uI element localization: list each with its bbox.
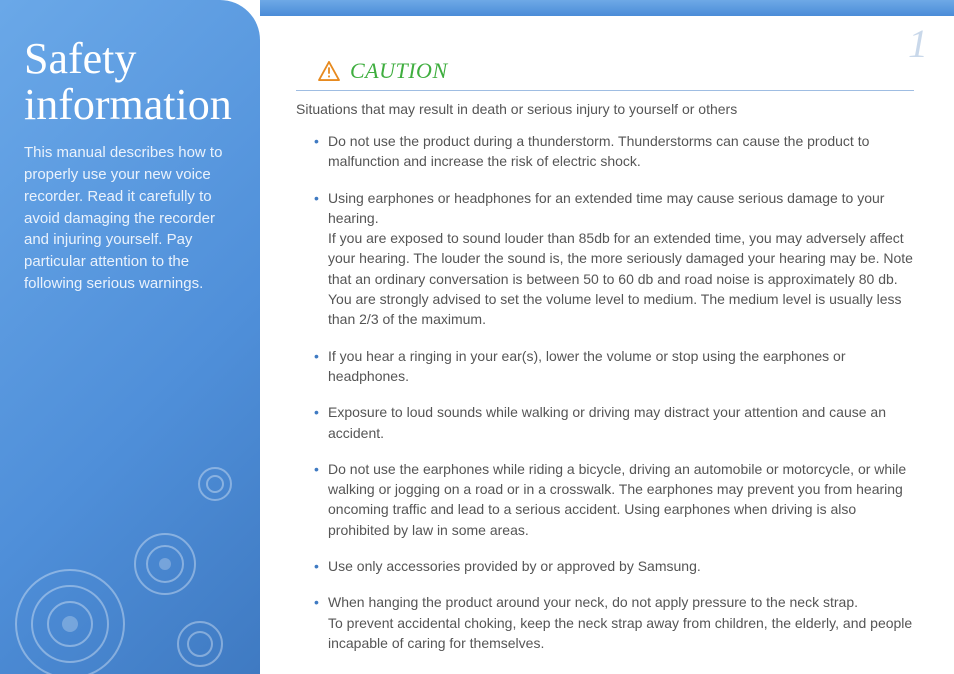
top-accent-bar [260, 0, 954, 16]
caution-item-text: Using earphones or headphones for an ext… [328, 188, 914, 229]
sidebar-title: Safety information [24, 36, 238, 128]
main-content: CAUTION Situations that may result in de… [296, 58, 914, 656]
caution-title: CAUTION [350, 58, 448, 84]
sidebar-inner: Safety information This manual describes… [0, 0, 260, 295]
page: 1 Safety information This manual describ… [0, 0, 954, 674]
caution-lead: Situations that may result in death or s… [296, 101, 914, 117]
sidebar: Safety information This manual describes… [0, 0, 260, 674]
caution-item-text: Do not use the product during a thunders… [328, 131, 914, 172]
caution-item-text: Exposure to loud sounds while walking or… [328, 402, 914, 443]
caution-item-text: If you are exposed to sound louder than … [328, 228, 914, 289]
caution-header: CAUTION [318, 58, 914, 84]
caution-item: Exposure to loud sounds while walking or… [328, 402, 914, 443]
caution-item-text: You are strongly advised to set the volu… [328, 289, 914, 330]
caution-item: If you hear a ringing in your ear(s), lo… [328, 346, 914, 387]
warning-triangle-icon [318, 61, 340, 81]
caution-item-text: To prevent accidental choking, keep the … [328, 613, 914, 654]
caution-item: Use only accessories provided by or appr… [328, 556, 914, 576]
caution-item: Do not use the product during a thunders… [328, 131, 914, 172]
sidebar-description: This manual describes how to properly us… [24, 142, 238, 294]
caution-item: When hanging the product around your nec… [328, 592, 914, 653]
caution-rule [296, 90, 914, 91]
caution-item-text: If you hear a ringing in your ear(s), lo… [328, 346, 914, 387]
caution-item-text: Use only accessories provided by or appr… [328, 556, 914, 576]
decorative-circles [0, 414, 260, 674]
caution-item-text: When hanging the product around your nec… [328, 592, 914, 612]
caution-item: Using earphones or headphones for an ext… [328, 188, 914, 330]
caution-list: Do not use the product during a thunders… [296, 131, 914, 653]
caution-item-text: Do not use the earphones while riding a … [328, 459, 914, 540]
caution-item: Do not use the earphones while riding a … [328, 459, 914, 540]
